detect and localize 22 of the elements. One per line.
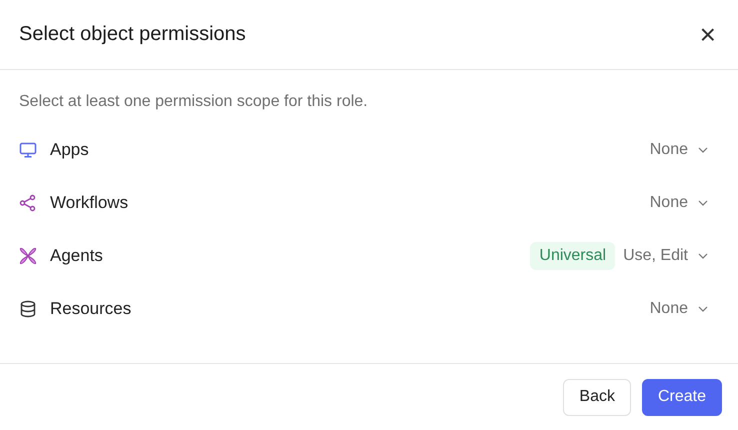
chevron-down-icon xyxy=(698,146,708,152)
permission-dropdown[interactable]: None xyxy=(650,194,708,212)
monitor-icon xyxy=(19,140,37,158)
dialog-title: Select object permissions xyxy=(19,23,246,46)
permission-dropdown[interactable]: Use, Edit xyxy=(623,246,708,264)
permission-label: Agents xyxy=(50,246,104,266)
instructions-text: Select at least one permission scope for this role. xyxy=(19,93,369,111)
permission-label: Workflows xyxy=(50,192,130,212)
create-button[interactable]: Create xyxy=(642,378,722,416)
chevron-down-icon xyxy=(698,252,708,258)
permission-dropdown[interactable]: None xyxy=(650,140,708,158)
share-icon xyxy=(19,194,37,212)
database-icon xyxy=(19,300,37,318)
flower-icon xyxy=(19,246,37,264)
permission-dropdown[interactable]: None xyxy=(650,300,708,318)
close-button[interactable]: × xyxy=(696,20,720,48)
permission-label: Apps xyxy=(50,140,90,160)
scope-badge: Universal xyxy=(530,242,616,270)
chevron-down-icon xyxy=(698,200,708,206)
back-button[interactable]: Back xyxy=(563,378,631,416)
chevron-down-icon xyxy=(698,306,708,312)
permission-label: Resources xyxy=(50,298,132,318)
